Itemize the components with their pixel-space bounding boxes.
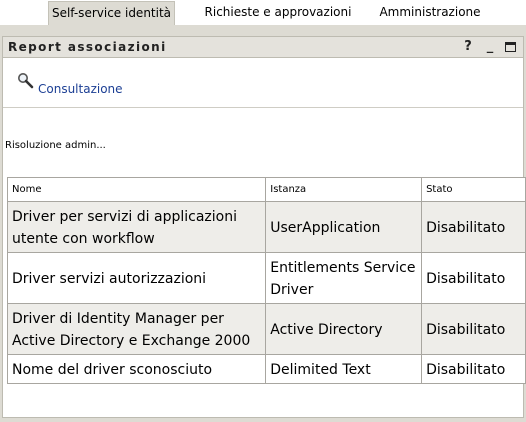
cell-istanza: Active Directory [265,303,423,355]
column-header-stato[interactable]: Stato [421,177,526,202]
associations-table: Nome Istanza Stato Driver per servizi di… [6,177,526,384]
cell-stato: Disabilitato [421,201,526,253]
help-icon[interactable]: ? [461,39,475,55]
cell-nome: Driver per servizi di applicazioni utent… [6,201,267,253]
table-header-row: Nome Istanza Stato [6,177,526,202]
table-row[interactable]: Nome del driver sconosciuto Delimited Te… [6,354,526,384]
portlet-title: Report associazioni [8,40,167,54]
cell-nome: Nome del driver sconosciuto [6,354,267,384]
cell-stato: Disabilitato [421,354,526,384]
cell-istanza: UserApplication [265,201,423,253]
cell-stato: Disabilitato [421,252,526,304]
tab-amministrazione[interactable]: Amministrazione [372,0,488,25]
tab-self-service-identita[interactable]: Self-service identità [48,1,175,25]
table-row[interactable]: Driver servizi autorizzazioni Entitlemen… [6,252,526,304]
cell-stato: Disabilitato [421,303,526,355]
portlet-header: Report associazioni ? _ [3,37,523,58]
report-associazioni-portlet: Report associazioni ? _ Consultazione Ri… [2,36,526,418]
maximize-icon[interactable] [503,39,517,55]
divider [3,107,523,108]
table-row[interactable]: Driver di Identity Manager per Active Di… [6,303,526,355]
cell-nome: Driver di Identity Manager per Active Di… [6,303,267,355]
cell-istanza: Delimited Text [265,354,423,384]
consultazione-link[interactable]: Consultazione [38,82,123,96]
top-tab-bar: Self-service identità Richieste e approv… [0,0,526,25]
magnifier-icon[interactable] [17,72,35,90]
column-header-nome[interactable]: Nome [6,177,267,202]
cell-nome: Driver servizi autorizzazioni [6,252,267,304]
table-row[interactable]: Driver per servizi di applicazioni utent… [6,201,526,253]
page-area: Report associazioni ? _ Consultazione Ri… [0,25,526,422]
minimize-icon[interactable]: _ [483,39,497,55]
tab-richieste-e-approvazioni[interactable]: Richieste e approvazioni [196,0,360,25]
status-text: Risoluzione admin... [5,140,106,151]
cell-istanza: Entitlements Service Driver [265,252,423,304]
column-header-istanza[interactable]: Istanza [265,177,423,202]
